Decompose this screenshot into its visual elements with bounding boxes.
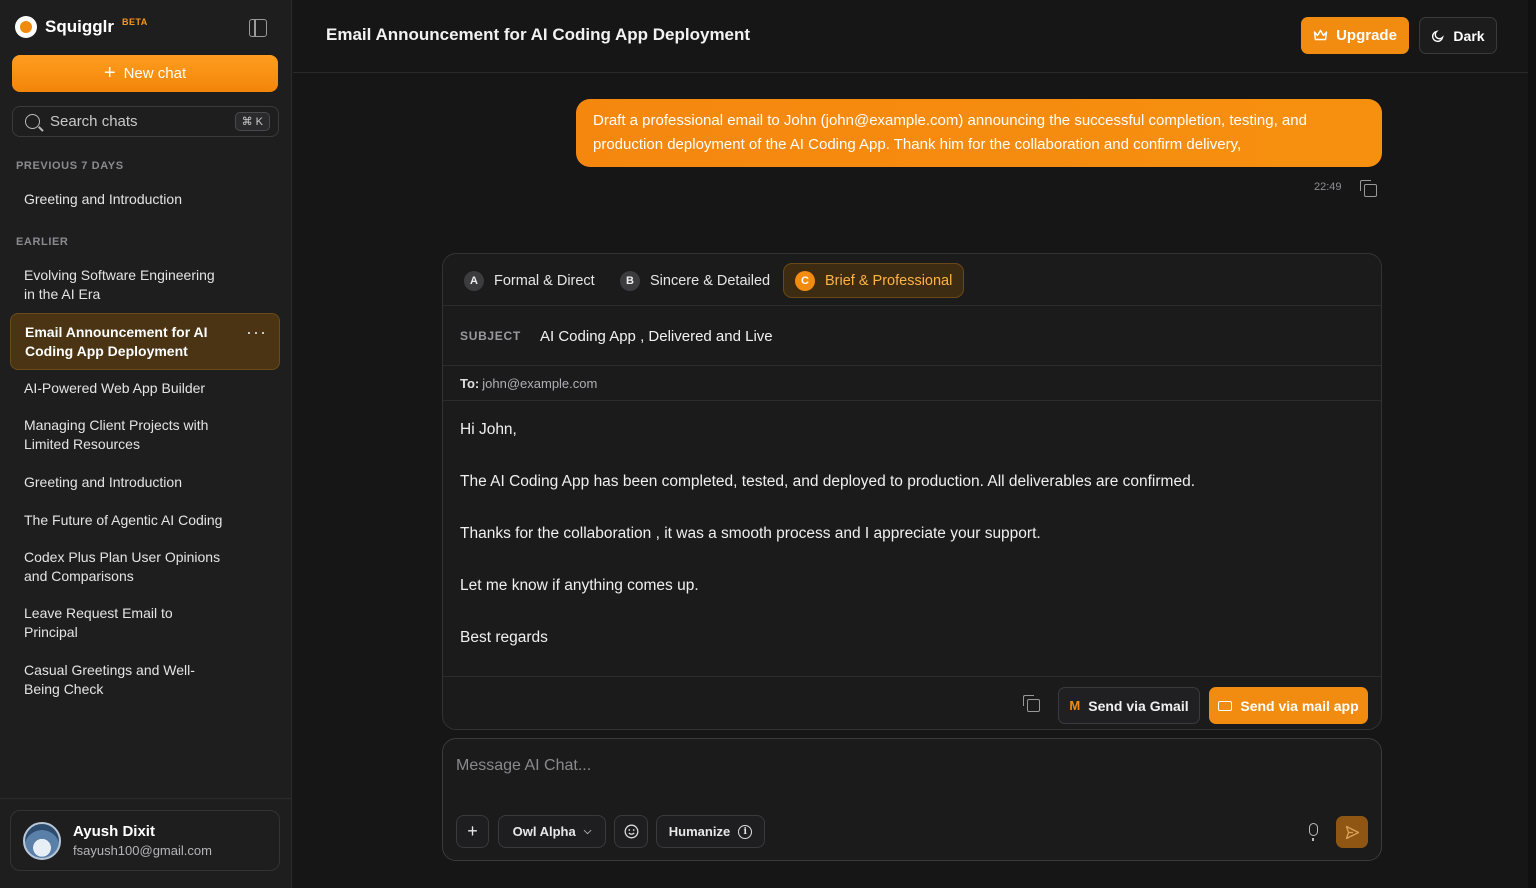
- more-options-icon[interactable]: ···: [246, 323, 267, 341]
- body-paragraph: Thanks for the collaboration , it was a …: [460, 525, 1041, 542]
- chat-item[interactable]: The Future of Agentic AI Coding: [10, 511, 280, 530]
- divider: [0, 798, 292, 799]
- microphone-icon[interactable]: [1309, 823, 1318, 841]
- tab-formal-direct[interactable]: A Formal & Direct: [453, 263, 606, 298]
- send-button[interactable]: [1336, 816, 1368, 848]
- page-title: Email Announcement for AI Coding App Dep…: [326, 25, 751, 44]
- chat-item[interactable]: Greeting and Introduction: [10, 190, 280, 209]
- user-message: Draft a professional email to John (john…: [576, 99, 1382, 167]
- chat-item[interactable]: Codex Plus Plan User Opinions and Compar…: [10, 548, 280, 586]
- upgrade-label: Upgrade: [1336, 27, 1397, 44]
- humanize-label: Humanize: [668, 824, 731, 839]
- model-select[interactable]: Owl Alpha ⌵: [498, 815, 606, 848]
- message-timestamp: 22:49: [1314, 181, 1342, 193]
- user-profile[interactable]: Ayush Dixit fsayush100@gmail.com: [10, 810, 280, 871]
- user-email: fsayush100@gmail.com: [73, 843, 212, 858]
- body-paragraph: Hi John,: [460, 421, 517, 438]
- email-draft-card: A Formal & Direct B Sincere & Detailed C…: [442, 253, 1382, 730]
- beta-badge: BETA: [121, 17, 148, 27]
- main-panel: Email Announcement for AI Coding App Dep…: [293, 0, 1536, 888]
- subject-label: SUBJECT: [460, 329, 521, 343]
- recipient-email[interactable]: john@example.com: [482, 376, 597, 391]
- plus-icon: +: [103, 61, 116, 84]
- chat-item[interactable]: Evolving Software Engineering in the AI …: [10, 266, 280, 304]
- chat-item[interactable]: Casual Greetings and Well-Being Check: [10, 661, 280, 699]
- avatar: [23, 821, 61, 860]
- chat-item[interactable]: Leave Request Email to Principal: [10, 604, 280, 642]
- app-name: Squigglr: [45, 17, 114, 36]
- humanize-toggle[interactable]: Humanize i: [656, 815, 765, 848]
- recipient-row: To: john@example.com: [443, 367, 1381, 401]
- info-icon[interactable]: i: [738, 824, 753, 839]
- search-placeholder: Search chats: [50, 113, 138, 130]
- body-paragraph: Best regards: [460, 629, 548, 646]
- chevron-down-icon: ⌵: [583, 826, 592, 837]
- emoji-button[interactable]: [614, 815, 648, 848]
- crown-icon: [1313, 29, 1328, 41]
- send-via-mail-app-button[interactable]: Send via mail app: [1209, 687, 1368, 724]
- brand[interactable]: Squigglr BETA: [15, 16, 148, 38]
- send-via-gmail-button[interactable]: M Send via Gmail: [1058, 687, 1200, 724]
- search-chats[interactable]: Search chats ⌘ K: [12, 106, 279, 137]
- chat-item[interactable]: Managing Client Projects with Limited Re…: [10, 416, 280, 454]
- mail-icon: [1218, 700, 1233, 711]
- theme-label: Dark: [1453, 27, 1485, 44]
- to-label: To:: [460, 376, 480, 391]
- section-label: PREVIOUS 7 DAYS: [16, 160, 124, 172]
- shortcut-badge: ⌘ K: [234, 112, 270, 131]
- model-label: Owl Alpha: [512, 824, 576, 839]
- section-label: EARLIER: [16, 236, 69, 248]
- upgrade-button[interactable]: Upgrade: [1301, 17, 1409, 54]
- body-paragraph: The AI Coding App has been completed, te…: [460, 473, 1196, 490]
- search-icon: [25, 114, 40, 129]
- moon-icon: [1432, 29, 1445, 42]
- window-edge: [1528, 0, 1536, 888]
- email-actions: M Send via Gmail Send via mail app: [443, 676, 1381, 729]
- sidebar-toggle-icon[interactable]: [249, 19, 267, 37]
- emoji-icon: [624, 824, 638, 839]
- tone-tabs: A Formal & Direct B Sincere & Detailed C…: [443, 254, 1381, 306]
- subject-value[interactable]: AI Coding App , Delivered and Live: [540, 328, 773, 345]
- app-logo-icon: [15, 16, 37, 38]
- copy-icon[interactable]: [1360, 180, 1377, 197]
- new-chat-button[interactable]: + New chat: [12, 55, 278, 92]
- tab-sincere-detailed[interactable]: B Sincere & Detailed: [609, 263, 781, 298]
- user-name: Ayush Dixit: [73, 823, 155, 840]
- new-chat-label: New chat: [123, 65, 187, 82]
- copy-email-icon[interactable]: [1023, 695, 1040, 712]
- gmail-icon: M: [1069, 698, 1081, 713]
- chat-item[interactable]: AI-Powered Web App Builder: [10, 379, 280, 398]
- header: Email Announcement for AI Coding App Dep…: [293, 0, 1536, 73]
- chat-item[interactable]: Greeting and Introduction: [10, 473, 280, 492]
- theme-toggle-button[interactable]: Dark: [1419, 17, 1497, 54]
- tab-brief-professional[interactable]: C Brief & Professional: [783, 263, 965, 298]
- subject-row: SUBJECT AI Coding App , Delivered and Li…: [443, 307, 1381, 366]
- plus-icon: +: [467, 821, 478, 841]
- sidebar: Squigglr BETA + New chat Search chats ⌘ …: [0, 0, 292, 888]
- email-body[interactable]: Hi John, The AI Coding App has been comp…: [460, 418, 1360, 678]
- body-paragraph: Let me know if anything comes up.: [460, 577, 699, 594]
- send-icon: [1345, 825, 1359, 839]
- attach-button[interactable]: +: [456, 815, 489, 848]
- message-input[interactable]: [456, 755, 1356, 777]
- chat-item-active[interactable]: Email Announcement for AI Coding App Dep…: [10, 313, 280, 370]
- message-composer: + Owl Alpha ⌵ Humanize i: [442, 738, 1382, 861]
